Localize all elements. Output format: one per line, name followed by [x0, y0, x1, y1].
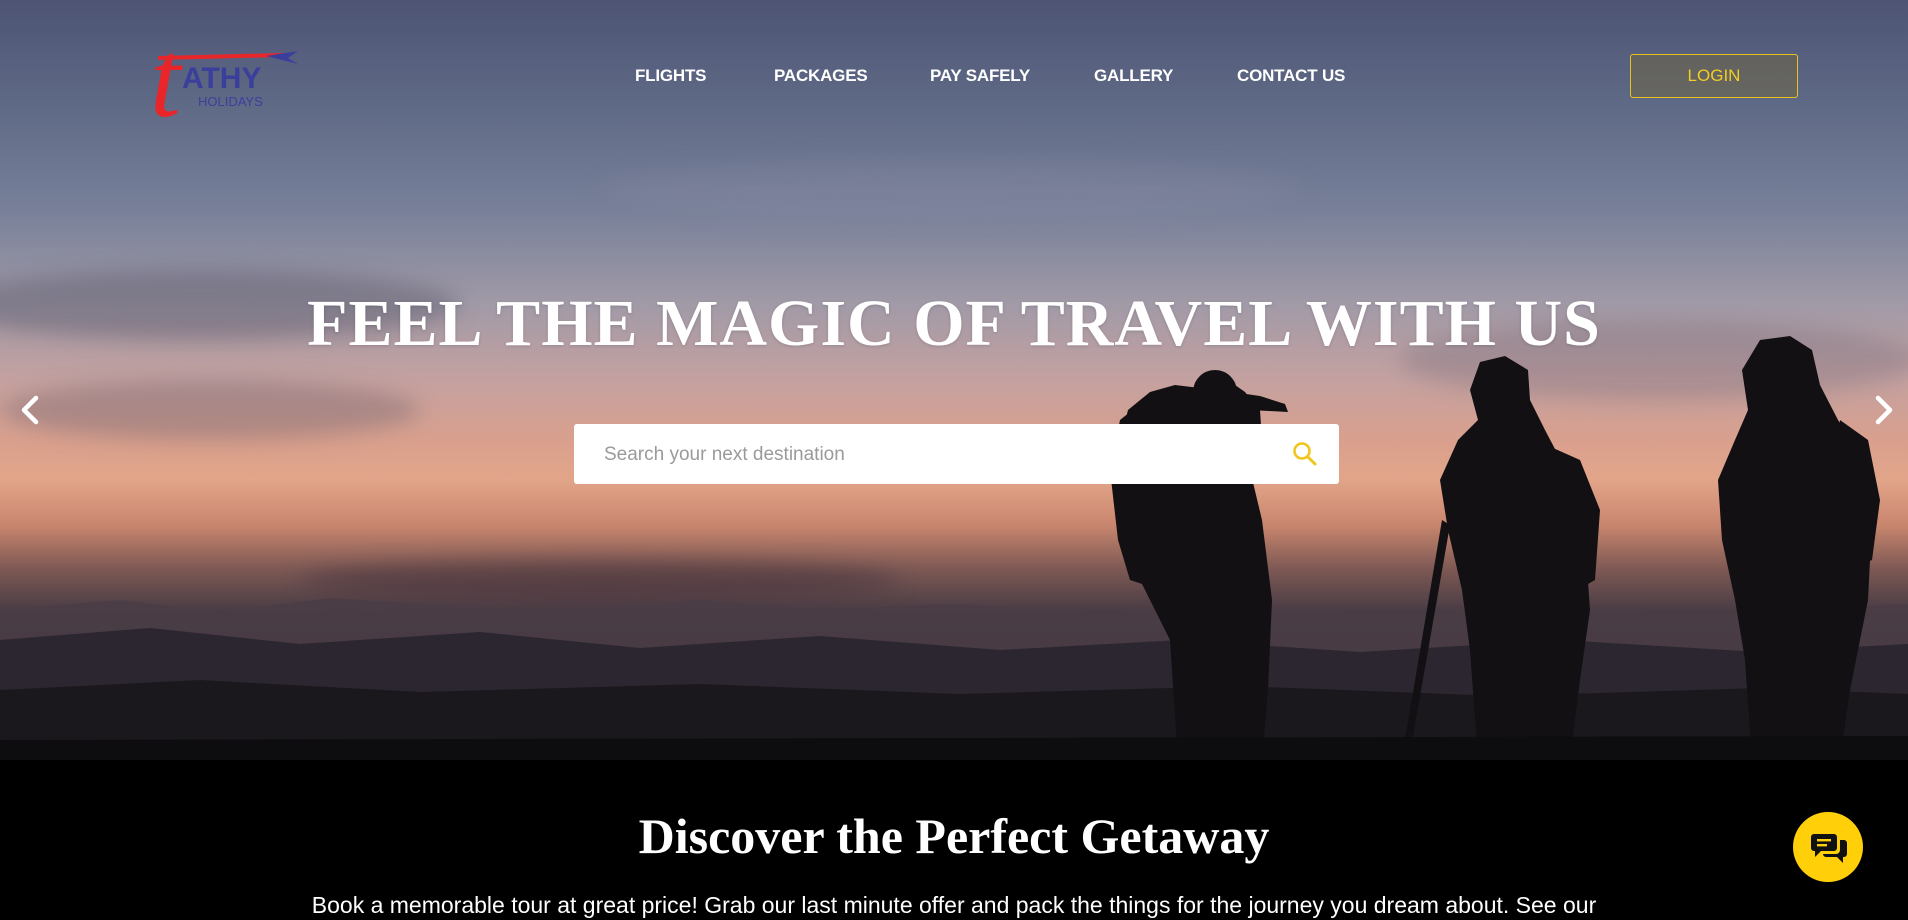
- chat-button[interactable]: [1793, 812, 1863, 882]
- hero-banner: t ATHY HOLIDAYS FLIGHTS PACKAGES PAY SAF…: [0, 0, 1908, 760]
- chevron-right-icon[interactable]: [1866, 393, 1900, 427]
- login-button[interactable]: LOGIN: [1630, 54, 1798, 98]
- plane-icon: [266, 51, 298, 64]
- section-text: Book a memorable tour at great price! Gr…: [311, 892, 1597, 918]
- hero-title: FEEL THE MAGIC OF TRAVEL WITH US: [307, 287, 1601, 360]
- nav-item-flights[interactable]: FLIGHTS: [635, 66, 707, 86]
- section-title: Discover the Perfect Getaway: [638, 808, 1270, 864]
- nav-item-contact-us[interactable]: CONTACT US: [1237, 66, 1345, 86]
- logo-text-sub: HOLIDAYS: [198, 94, 263, 109]
- chevron-left-icon[interactable]: [14, 393, 48, 427]
- nav-item-pay-safely[interactable]: PAY SAFELY: [930, 66, 1030, 86]
- nav-item-packages[interactable]: PACKAGES: [774, 66, 868, 86]
- search-box: [574, 424, 1339, 486]
- search-icon[interactable]: [1291, 440, 1319, 468]
- search-input[interactable]: [602, 424, 1266, 486]
- chat-icon: [1811, 834, 1847, 863]
- main-nav: FLIGHTS PACKAGES PAY SAFELY GALLERY CONT…: [0, 66, 1908, 88]
- nav-item-gallery[interactable]: GALLERY: [1094, 66, 1173, 86]
